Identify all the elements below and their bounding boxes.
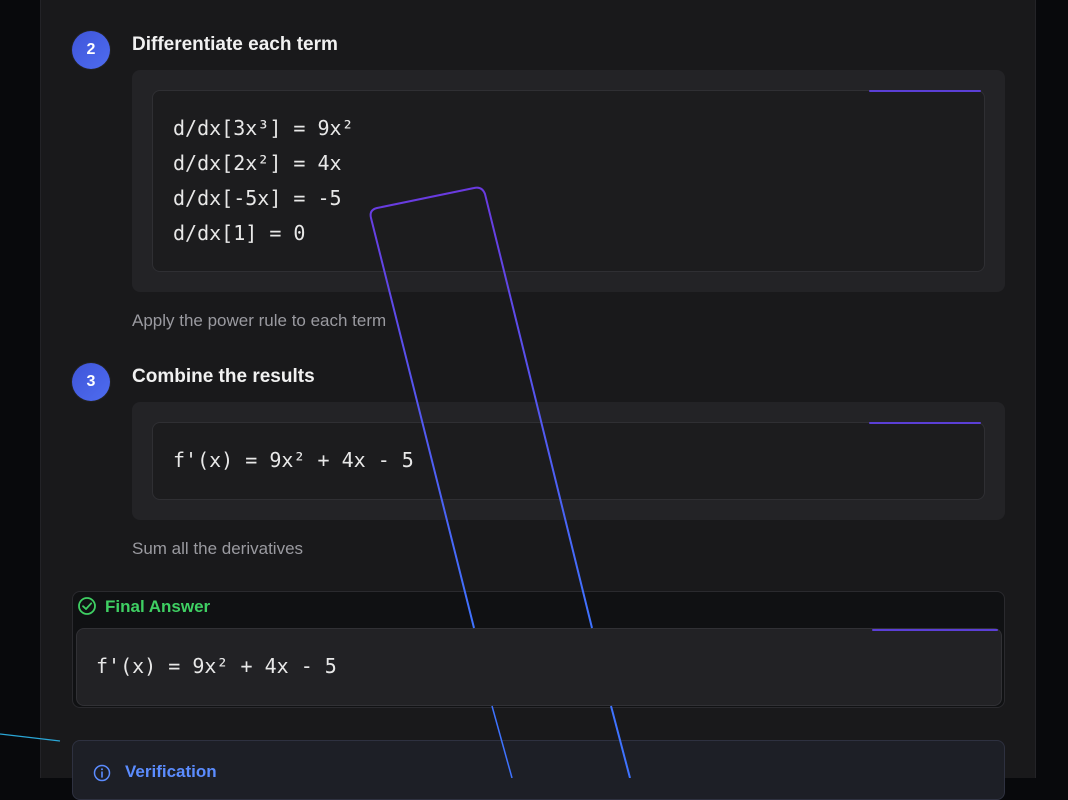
code-line: d/dx[2x²] = 4x xyxy=(173,151,342,175)
verification-label[interactable]: Verification xyxy=(125,762,217,782)
final-answer-label: Final Answer xyxy=(105,597,211,616)
code-line: d/dx[1] = 0 xyxy=(173,221,306,245)
check-circle-icon xyxy=(78,597,96,615)
code-line: d/dx[3x³] = 9x² xyxy=(173,116,354,140)
code-accent-bar xyxy=(869,422,981,424)
code-line: f'(x) = 9x² + 4x - 5 xyxy=(173,448,414,472)
final-answer-value: f'(x) = 9x² + 4x - 5 xyxy=(96,654,337,678)
step-3-title: Combine the results xyxy=(132,366,315,387)
step-2-badge: 2 xyxy=(72,31,110,69)
step-2-number: 2 xyxy=(86,41,96,58)
code-accent-bar xyxy=(872,629,998,631)
code-line: d/dx[-5x] = -5 xyxy=(173,186,342,210)
info-icon xyxy=(93,764,111,782)
step-3-badge: 3 xyxy=(72,363,110,401)
step-3-number: 3 xyxy=(86,373,96,390)
step-2-title: Differentiate each term xyxy=(132,34,338,55)
step-2-caption: Apply the power rule to each term xyxy=(132,311,387,330)
code-accent-bar xyxy=(869,90,981,92)
step-3-caption: Sum all the derivatives xyxy=(132,539,304,558)
